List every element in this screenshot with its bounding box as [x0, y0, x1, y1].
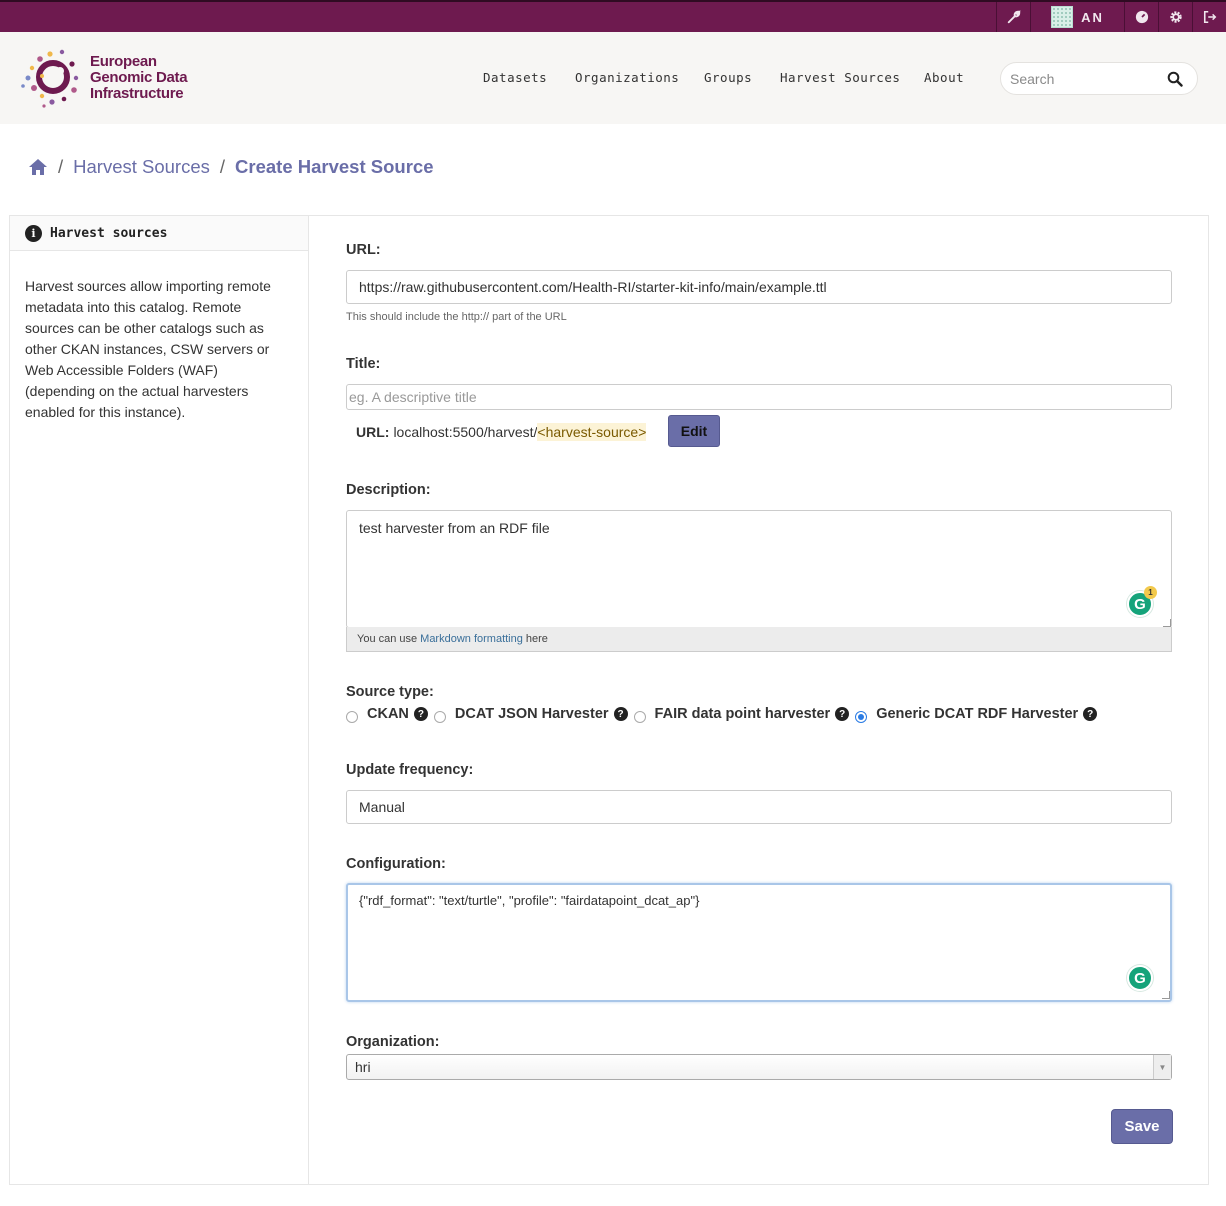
account-masthead: AN: [996, 2, 1226, 32]
source-type-fair[interactable]: FAIR data point harvester ?: [633, 706, 850, 723]
slug-prefix: localhost:5500/harvest/: [393, 424, 538, 440]
search-input[interactable]: Search: [1000, 62, 1198, 95]
avatar: [1051, 6, 1074, 28]
sidebar-heading-text: Harvest sources: [50, 225, 168, 241]
url-field[interactable]: https://raw.githubusercontent.com/Health…: [346, 270, 1172, 304]
grammarly-icon[interactable]: G 1: [1127, 586, 1157, 617]
chevron-down-icon[interactable]: ▼: [1153, 1055, 1171, 1079]
egdi-logo-icon: [21, 49, 79, 108]
site-logo[interactable]: European Genomic Data Infrastructure: [20, 46, 190, 108]
description-label: Description:: [346, 482, 431, 498]
logout-icon: [1203, 10, 1216, 24]
title-field[interactable]: eg. A descriptive title: [346, 384, 1172, 410]
info-icon: i: [25, 224, 42, 242]
breadcrumb-separator: /: [58, 156, 64, 177]
sidebar-heading: i Harvest sources: [10, 216, 308, 251]
breadcrumb-separator: /: [219, 156, 226, 177]
sysadmin-link[interactable]: [996, 2, 1030, 32]
user-menu[interactable]: AN: [1030, 2, 1124, 32]
config-value: {"rdf_format": "text/turtle", "profile":…: [359, 893, 700, 908]
brand-line-3: Infrastructure: [90, 85, 184, 102]
slug-value: <harvest-source>: [537, 423, 647, 441]
brand-name: European Genomic Data Infrastructure: [90, 53, 188, 102]
frequency-label: Update frequency:: [346, 762, 474, 778]
resize-handle[interactable]: [1163, 619, 1171, 627]
breadcrumb-create-harvest-source[interactable]: Create Harvest Source: [235, 156, 433, 178]
organization-label: Organization:: [346, 1034, 440, 1050]
source-type-ckan-label: CKAN: [367, 706, 409, 722]
nav-groups[interactable]: Groups: [704, 70, 752, 85]
settings-link[interactable]: [1158, 2, 1192, 32]
search-icon[interactable]: [1167, 71, 1183, 87]
nav-organizations[interactable]: Organizations: [575, 70, 679, 85]
markdown-hint: You can use Markdown formatting here: [346, 627, 1172, 652]
sidebar: i Harvest sources Harvest sources allow …: [10, 216, 309, 1184]
markdown-hint-pre: You can use: [357, 633, 418, 645]
source-type-label: Source type:: [346, 684, 434, 700]
masthead: European Genomic Data Infrastructure Dat…: [0, 32, 1226, 124]
breadcrumb-harvest-sources[interactable]: Harvest Sources: [73, 156, 210, 178]
slug-label: URL:: [356, 424, 390, 440]
config-field[interactable]: {"rdf_format": "text/turtle", "profile":…: [346, 883, 1172, 1002]
save-button[interactable]: Save: [1111, 1109, 1173, 1144]
nav-harvest-sources[interactable]: Harvest Sources: [780, 70, 900, 85]
help-icon[interactable]: ?: [835, 707, 850, 721]
frequency-select[interactable]: Manual: [346, 790, 1172, 824]
home-icon[interactable]: [28, 158, 48, 176]
markdown-hint-post: here: [525, 633, 548, 645]
source-type-options: CKAN ? DCAT JSON Harvester ? FAIR data p…: [346, 704, 1103, 724]
search-placeholder: Search: [1010, 71, 1055, 87]
grammarly-icon[interactable]: G: [1127, 965, 1153, 991]
description-field[interactable]: test harvester from an RDF file G 1: [346, 510, 1172, 628]
markdown-link[interactable]: Markdown formatting: [420, 633, 523, 645]
radio-dcat-json[interactable]: [433, 710, 446, 723]
source-type-fair-label: FAIR data point harvester: [654, 706, 831, 722]
source-type-dcat-json-label: DCAT JSON Harvester: [454, 706, 609, 722]
page-wrapper: i Harvest sources Harvest sources allow …: [9, 215, 1209, 1185]
dashboard-link[interactable]: [1124, 2, 1158, 32]
edit-slug-button[interactable]: Edit: [668, 415, 720, 447]
help-icon[interactable]: ?: [1083, 707, 1098, 721]
sidebar-description: Harvest sources allow importing remote m…: [25, 278, 271, 420]
description-value: test harvester from an RDF file: [359, 520, 550, 536]
help-icon[interactable]: ?: [413, 707, 428, 721]
title-label: Title:: [346, 356, 381, 372]
gear-icon: [1169, 11, 1182, 23]
logout-link[interactable]: [1192, 2, 1226, 32]
organization-select[interactable]: hri ▼: [346, 1054, 1172, 1080]
source-type-ckan[interactable]: CKAN ?: [346, 706, 428, 723]
config-label: Configuration:: [346, 856, 446, 872]
organization-value: hri: [355, 1059, 371, 1075]
source-type-dcat-rdf[interactable]: Generic DCAT RDF Harvester ?: [855, 706, 1098, 723]
resize-handle[interactable]: [1162, 991, 1170, 999]
dashboard-icon: [1135, 10, 1148, 24]
radio-dcat-rdf[interactable]: [855, 710, 868, 723]
grammarly-badge: 1: [1144, 586, 1157, 599]
brand-line-1: European: [90, 53, 157, 70]
source-type-dcat-rdf-label: Generic DCAT RDF Harvester: [876, 706, 1079, 722]
radio-fair[interactable]: [633, 710, 646, 723]
nav-datasets[interactable]: Datasets: [483, 70, 547, 85]
user-initials: AN: [1081, 9, 1104, 25]
radio-ckan[interactable]: [346, 710, 358, 723]
url-help-text: This should include the http:// part of …: [346, 311, 567, 323]
url-slug-preview: URL: localhost:5500/harvest/ <harvest-so…: [356, 423, 647, 441]
brand-line-2: Genomic Data: [90, 69, 188, 86]
wrench-icon: [1007, 10, 1021, 24]
source-type-dcat-json[interactable]: DCAT JSON Harvester ?: [433, 706, 628, 723]
nav-about[interactable]: About: [924, 70, 964, 85]
harvest-source-form: URL: https://raw.githubusercontent.com/H…: [310, 216, 1208, 1184]
url-label: URL:: [346, 242, 381, 258]
breadcrumb: / Harvest Sources / Create Harvest Sourc…: [28, 155, 434, 179]
help-icon[interactable]: ?: [613, 707, 628, 721]
account-bar: AN: [0, 0, 1226, 32]
